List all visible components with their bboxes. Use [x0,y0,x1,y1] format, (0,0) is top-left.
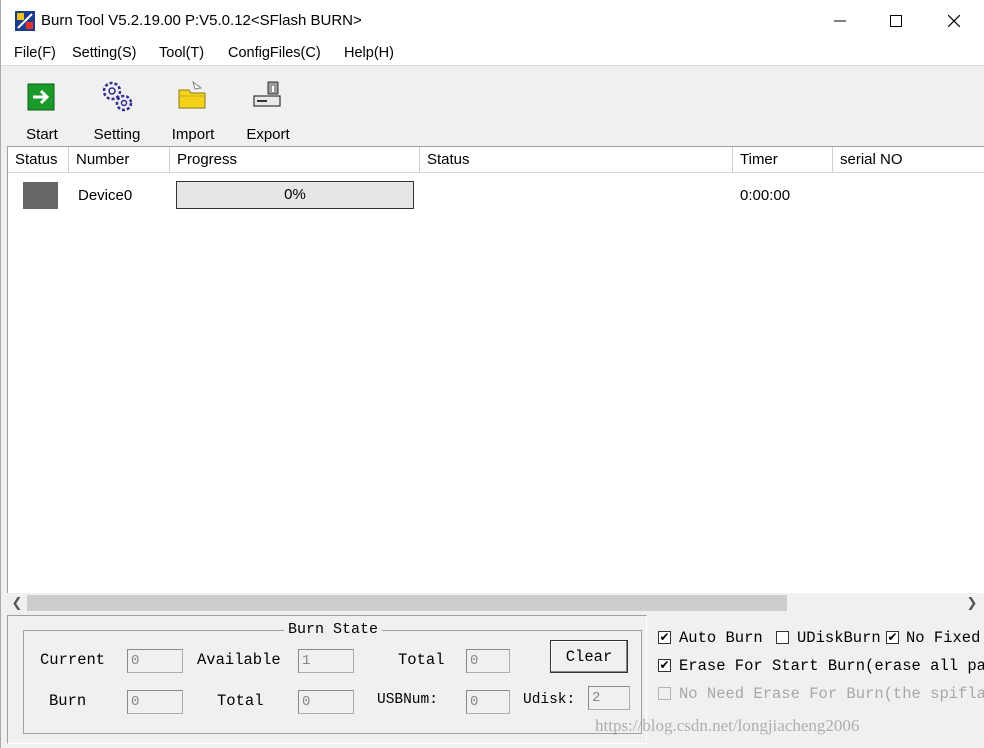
watermark-text: https://blog.csdn.net/longjiacheng2006 [595,716,860,735]
no-fixed-checkbox[interactable]: ✔ [886,631,899,644]
close-button[interactable] [925,0,983,42]
burn-label: Burn [49,692,87,710]
menu-file[interactable]: File(F) [14,45,56,61]
available-label: Available [197,651,281,669]
udisk-field[interactable]: 2 [588,686,630,710]
gears-icon [102,81,133,112]
auto-burn-label[interactable]: Auto Burn [679,629,763,647]
menu-tool[interactable]: Tool(T) [159,45,204,61]
burn-field[interactable]: 0 [127,690,183,714]
no-need-erase-label: No Need Erase For Burn(the spiflash [679,685,984,703]
drive-export-icon [253,81,281,107]
menu-bar: File(F) Setting(S) Tool(T) ConfigFiles(C… [1,42,984,66]
app-icon [15,11,35,31]
setting-label: Setting [93,126,141,143]
current-label: Current [40,651,106,669]
maximize-button[interactable] [867,0,925,42]
column-header-progress[interactable]: Progress [170,147,420,173]
auto-burn-checkbox[interactable]: ✔ [658,631,671,644]
minimize-button[interactable] [811,0,869,42]
total-field[interactable]: 0 [466,649,510,673]
scroll-left-icon[interactable]: ❮ [7,593,27,613]
scrollbar-thumb[interactable] [27,595,787,611]
title-bar[interactable]: Burn Tool V5.2.19.00 P:V5.0.12<SFlash BU… [1,0,984,42]
erase-for-start-checkbox[interactable]: ✔ [658,659,671,672]
check-mark-icon: ✔ [659,630,670,644]
import-label: Import [171,126,215,143]
column-header-number[interactable]: Number [69,147,170,173]
udisk-burn-checkbox[interactable] [776,631,789,644]
horizontal-scrollbar[interactable]: ❮ ❯ [7,593,984,613]
minimize-icon [834,20,846,22]
progress-text: 0% [284,186,306,203]
no-need-erase-checkbox[interactable] [658,687,671,700]
maximize-icon [890,15,902,27]
list-header: Status Number Progress Status Timer seri… [8,147,984,173]
start-button[interactable]: Start [7,72,77,143]
close-icon [948,15,960,27]
start-label: Start [26,126,58,143]
column-header-status[interactable]: Status [8,147,69,173]
no-fixed-label[interactable]: No Fixed [906,629,980,647]
burn-state-title: Burn State [284,621,383,638]
progress-bar: 0% [176,181,414,209]
open-folder-icon [178,80,206,109]
table-row[interactable]: Device0 0% 0:00:00 [8,177,984,213]
udisk-label: Udisk: [523,692,576,708]
setting-button[interactable]: Setting [82,72,152,143]
menu-configfiles[interactable]: ConfigFiles(C) [228,45,321,61]
clear-button[interactable]: Clear [550,640,628,673]
column-header-serial-no[interactable]: serial NO [833,147,984,173]
total2-label: Total [217,692,264,710]
udisk-burn-label[interactable]: UDiskBurn [797,629,881,647]
start-arrow-icon [27,83,55,111]
device-name: Device0 [78,187,133,204]
available-field[interactable]: 1 [298,649,354,673]
total2-field[interactable]: 0 [298,690,354,714]
menu-help[interactable]: Help(H) [344,45,394,61]
usbnum-label: USBNum: [377,692,438,708]
toolbar: Start Setting Import Export [1,66,984,146]
device-timer: 0:00:00 [740,187,791,204]
export-label: Export [246,126,290,143]
check-mark-icon: ✔ [659,658,670,672]
column-header-timer[interactable]: Timer [733,147,833,173]
burn-tool-window: Burn Tool V5.2.19.00 P:V5.0.12<SFlash BU… [0,0,984,748]
scroll-right-icon[interactable]: ❯ [962,593,982,613]
window-title: Burn Tool V5.2.19.00 P:V5.0.12<SFlash BU… [41,12,362,29]
device-list[interactable]: Status Number Progress Status Timer seri… [7,146,984,613]
device-status-indicator [23,182,58,209]
check-mark-icon: ✔ [887,630,898,644]
usbnum-field[interactable]: 0 [466,690,510,714]
current-field[interactable]: 0 [127,649,183,673]
column-header-status-text[interactable]: Status [420,147,733,173]
total-label: Total [398,651,445,669]
import-button[interactable]: Import [158,72,228,143]
export-button[interactable]: Export [233,72,303,143]
erase-for-start-label[interactable]: Erase For Start Burn(erase all part [679,657,984,675]
menu-setting[interactable]: Setting(S) [72,45,136,61]
